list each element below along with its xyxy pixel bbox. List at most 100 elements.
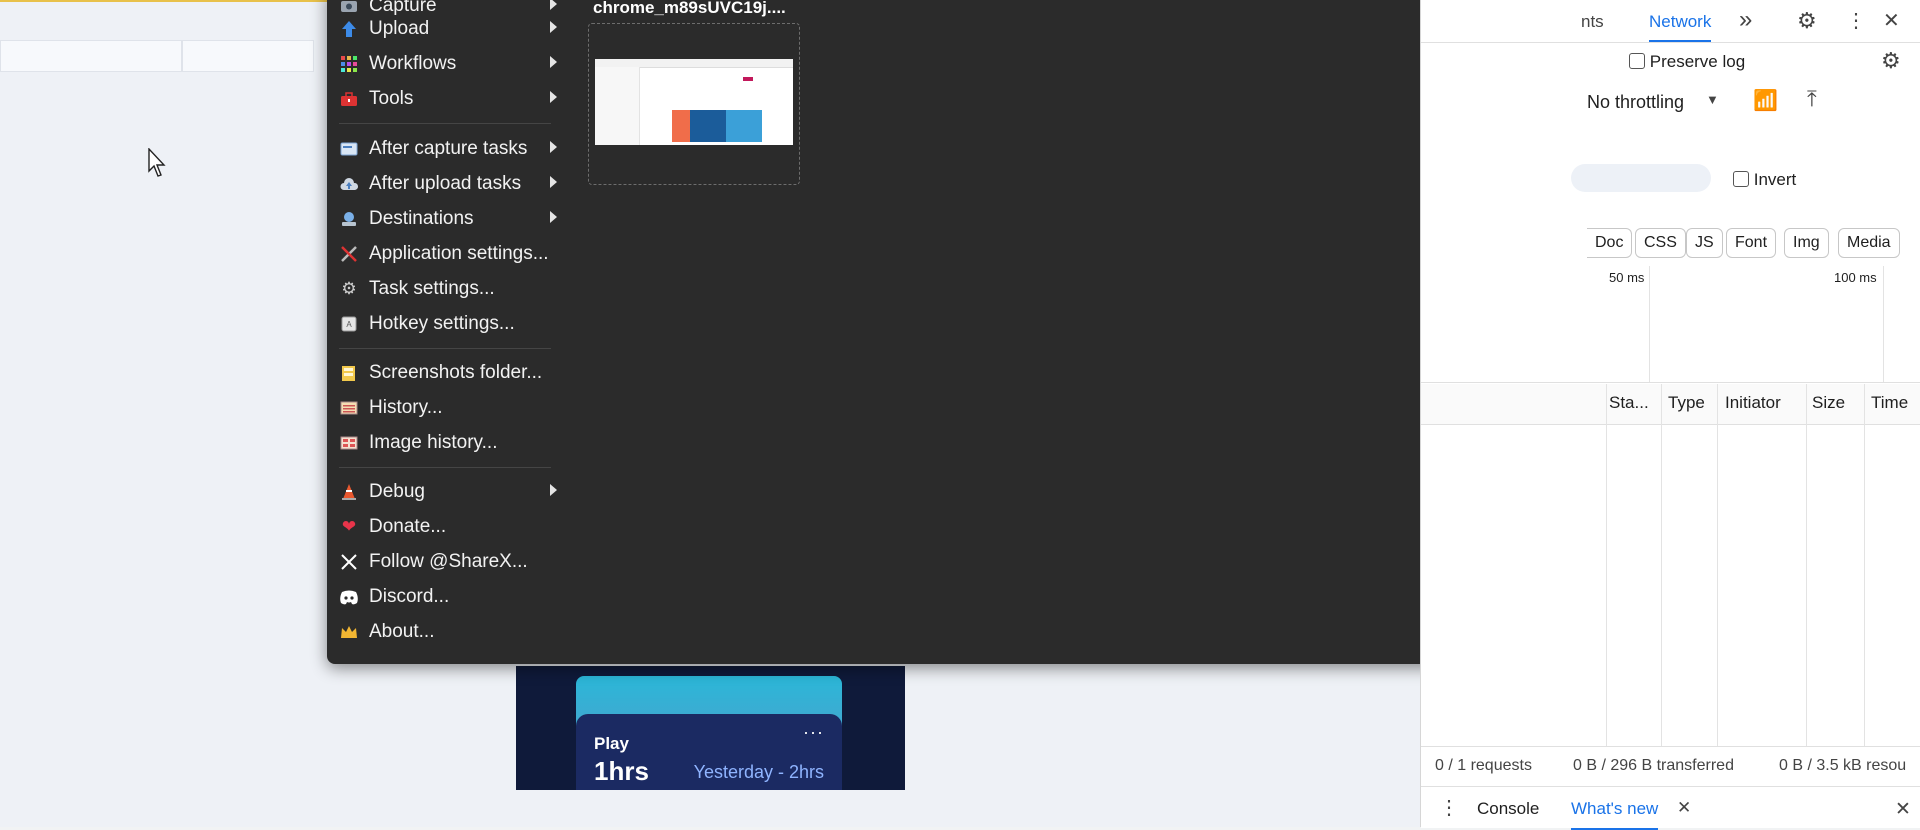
menu-item-hotkey-settings[interactable]: A Hotkey settings...: [327, 308, 563, 340]
history-icon: [338, 397, 360, 419]
filter-chip-css[interactable]: CSS: [1635, 228, 1686, 258]
timeline-overview[interactable]: 50 ms 100 ms: [1421, 266, 1920, 383]
submenu-arrow-icon: [550, 484, 557, 496]
menu-separator: [339, 467, 551, 468]
column-divider: [1864, 384, 1865, 746]
column-initiator[interactable]: Initiator: [1725, 393, 1781, 413]
status-requests: 0 / 1 requests: [1435, 757, 1532, 774]
column-divider: [1606, 384, 1607, 746]
filter-chip-js[interactable]: JS: [1686, 228, 1723, 258]
menu-item-destinations[interactable]: Destinations: [327, 203, 563, 235]
close-drawer-icon[interactable]: ✕: [1895, 798, 1911, 821]
thumbnail-button: [743, 77, 753, 81]
game-card-panel: Play ··· 1hrs Yesterday - 2hrs: [576, 714, 842, 790]
screenshot-thumbnail-image: [595, 59, 793, 145]
column-type[interactable]: Type: [1668, 393, 1705, 413]
menu-separator: [339, 348, 551, 349]
tab-network[interactable]: Network: [1649, 12, 1712, 42]
network-conditions-wifi-icon[interactable]: 📶: [1753, 88, 1778, 113]
x-logo-icon: [338, 551, 360, 573]
gear-icon[interactable]: ⚙: [1797, 8, 1817, 34]
menu-item-follow-sharex[interactable]: Follow @ShareX...: [327, 546, 563, 578]
export-har-icon[interactable]: ⤒: [1807, 86, 1817, 112]
menu-item-screenshots-folder[interactable]: Screenshots folder...: [327, 357, 563, 389]
submenu-arrow-icon: [550, 141, 557, 153]
screenshot-thumbnail[interactable]: [588, 23, 800, 185]
drawer-tab-console[interactable]: Console: [1477, 799, 1539, 819]
column-status[interactable]: Sta...: [1609, 393, 1649, 413]
menu-item-label: Screenshots folder...: [369, 362, 543, 383]
submenu-arrow-icon: [550, 91, 557, 103]
menu-item-label: After upload tasks: [369, 173, 522, 194]
menu-item-label: History...: [369, 397, 443, 418]
menu-item-image-history[interactable]: Image history...: [327, 427, 563, 459]
drawer-tab-whats-new[interactable]: What's new: [1571, 799, 1659, 830]
devtools-tab-bar: nts Network » ⚙ ⋮ ✕: [1421, 0, 1920, 43]
filter-chip-font[interactable]: Font: [1726, 228, 1777, 258]
menu-item-label: Image history...: [369, 432, 498, 453]
throttling-select[interactable]: No throttling: [1587, 92, 1684, 113]
menu-item-after-upload-tasks[interactable]: After upload tasks: [327, 168, 563, 200]
invert-checkbox[interactable]: [1733, 171, 1749, 187]
preserve-log-checkbox[interactable]: [1629, 53, 1645, 69]
crown-icon: [338, 621, 360, 643]
more-tabs-icon[interactable]: »: [1739, 6, 1752, 34]
invert-option[interactable]: Invert: [1733, 170, 1796, 190]
column-size[interactable]: Size: [1812, 393, 1845, 413]
page-input-strip: [182, 40, 314, 72]
menu-item-history[interactable]: History...: [327, 392, 563, 424]
kebab-menu-icon[interactable]: ⋮: [1846, 8, 1866, 33]
menu-item-after-capture-tasks[interactable]: After capture tasks: [327, 133, 563, 165]
tab-elements-partial[interactable]: nts: [1581, 12, 1604, 32]
gear-icon: ⚙: [341, 279, 357, 298]
menu-item-discord[interactable]: Discord...: [327, 581, 563, 613]
submenu-arrow-icon: [550, 21, 557, 33]
svg-text:A: A: [346, 320, 352, 329]
menu-item-debug[interactable]: Debug: [327, 476, 563, 508]
menu-item-task-settings[interactable]: ⚙ Task settings...: [327, 273, 563, 305]
folder-icon: [338, 362, 360, 384]
filter-chip-media[interactable]: Media: [1838, 228, 1900, 258]
upload-arrow-icon: [338, 18, 360, 40]
column-time[interactable]: Time: [1871, 393, 1908, 413]
chevron-down-icon[interactable]: ▼: [1706, 92, 1719, 107]
devtools-drawer-tabs: ⋮ Console What's new ✕ ✕: [1421, 786, 1920, 830]
thumbnail-sidebar: [595, 67, 640, 145]
status-resources: 0 B / 3.5 kB resou: [1779, 757, 1907, 774]
menu-item-label: Discord...: [369, 586, 450, 607]
network-toolbar: Preserve log ⚙: [1421, 44, 1920, 82]
menu-item-tools[interactable]: Tools: [327, 83, 563, 115]
column-divider: [1806, 384, 1807, 746]
filter-chip-doc[interactable]: Doc: [1587, 228, 1633, 258]
sharex-context-menu: Capture Upload Workflows Tools After cap…: [327, 0, 1592, 664]
game-card-hours: 1hrs: [594, 756, 649, 786]
invert-label: Invert: [1753, 170, 1797, 189]
menu-item-label: After capture tasks: [369, 138, 528, 159]
menu-item-workflows[interactable]: Workflows: [327, 48, 563, 80]
menu-item-about[interactable]: About...: [327, 616, 563, 648]
submenu-arrow-icon: [550, 0, 557, 10]
drawer-menu-icon[interactable]: ⋮: [1439, 795, 1459, 820]
after-capture-icon: [338, 138, 360, 160]
mouse-pointer-icon: [148, 147, 170, 183]
filter-row: Invert: [1421, 162, 1920, 198]
more-options-icon[interactable]: ···: [803, 722, 824, 743]
network-settings-gear-icon[interactable]: ⚙: [1881, 48, 1901, 74]
game-card-title: Play: [594, 734, 629, 753]
filter-chip-img[interactable]: Img: [1784, 228, 1829, 258]
close-icon[interactable]: ✕: [1883, 8, 1900, 33]
keyboard-key-icon: A: [338, 313, 360, 335]
menu-item-donate[interactable]: ❤ Donate...: [327, 511, 563, 543]
destinations-icon: [338, 208, 360, 230]
status-transferred: 0 B / 296 B transferred: [1573, 757, 1734, 774]
filter-input[interactable]: [1571, 164, 1711, 192]
submenu-arrow-icon: [550, 211, 557, 223]
game-activity-card[interactable]: Play ··· 1hrs Yesterday - 2hrs: [516, 666, 905, 790]
close-tab-icon[interactable]: ✕: [1677, 798, 1691, 818]
menu-item-upload[interactable]: Upload: [327, 13, 563, 45]
menu-item-application-settings[interactable]: Application settings...: [327, 238, 563, 270]
menu-separator: [339, 123, 551, 124]
submenu-arrow-icon: [550, 56, 557, 68]
preserve-log-option[interactable]: Preserve log: [1629, 52, 1745, 72]
network-status-bar: 0 / 1 requests 0 B / 296 B transferred 0…: [1421, 746, 1920, 785]
